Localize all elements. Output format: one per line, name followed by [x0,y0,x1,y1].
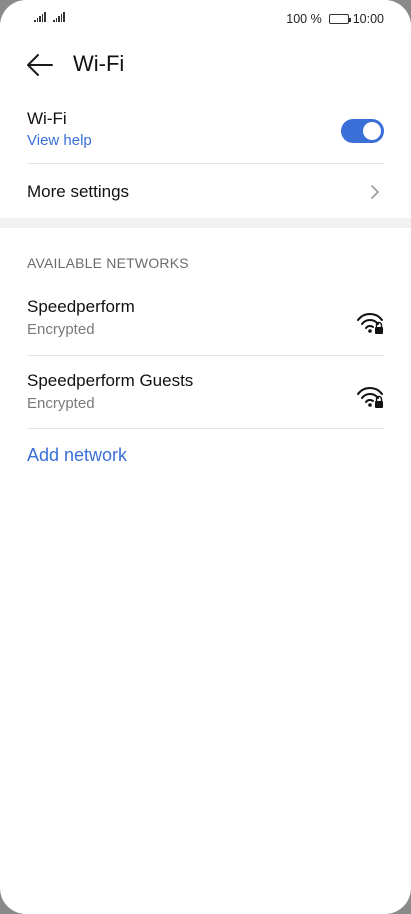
section-separator [0,218,411,228]
network-item[interactable]: Speedperform Guests Encrypted [27,371,384,431]
clock: 10:00 [352,12,384,26]
phone-screen: 100 % 10:00 Wi-Fi Wi-Fi View help More s… [0,0,411,914]
divider [27,428,384,429]
network-security: Encrypted [27,395,95,412]
battery-percent: 100 % [286,12,322,26]
battery-icon [328,14,351,24]
more-settings-row[interactable]: More settings [27,170,384,214]
divider [27,163,384,164]
signal-strength-icon [34,12,46,22]
add-network-button[interactable]: Add network [27,445,127,466]
signal-strength-icon [52,12,65,22]
signal-indicators [34,12,65,22]
view-help-link[interactable]: View help [27,132,384,149]
page-title: Wi-Fi [73,51,125,76]
header: Wi-Fi [0,40,411,90]
wifi-toggle-switch[interactable] [341,119,384,143]
toggle-knob [363,122,381,140]
wifi-locked-icon [357,313,383,334]
status-bar: 100 % 10:00 [0,0,411,40]
network-name: Speedperform [27,297,135,316]
divider [27,355,384,356]
wifi-toggle-label: Wi-Fi [27,109,67,128]
chevron-right-icon [371,185,379,199]
more-settings-label: More settings [27,182,130,201]
wifi-locked-icon [357,387,383,408]
back-arrow-icon[interactable] [26,52,54,78]
status-right: 100 % 10:00 [286,12,384,26]
wifi-toggle-row: Wi-Fi View help [27,109,384,159]
available-networks-heading: AVAILABLE NETWORKS [27,255,189,271]
network-name: Speedperform Guests [27,371,194,390]
network-security: Encrypted [27,321,95,338]
network-item[interactable]: Speedperform Encrypted [27,297,384,357]
